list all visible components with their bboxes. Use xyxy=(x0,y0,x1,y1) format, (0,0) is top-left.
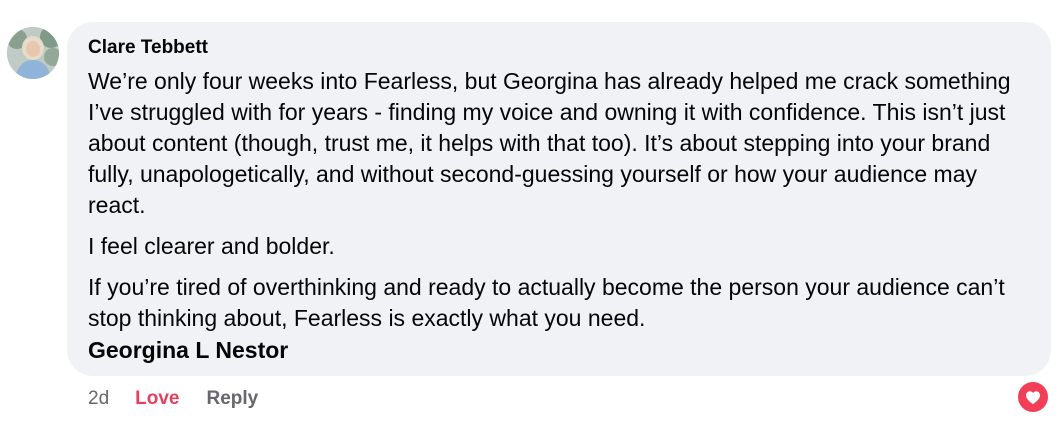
reply-button[interactable]: Reply xyxy=(207,388,259,410)
mention-tag[interactable]: Georgina L Nestor xyxy=(88,336,1031,364)
comment-paragraph: If you’re tired of overthinking and read… xyxy=(88,274,1005,331)
comment-timestamp[interactable]: 2d xyxy=(88,388,109,410)
avatar[interactable] xyxy=(7,27,59,79)
comment-actions: 2d Love Reply xyxy=(88,386,258,412)
reaction-summary[interactable] xyxy=(1018,382,1048,412)
comment-author[interactable]: Clare Tebbett xyxy=(88,37,1031,59)
love-button[interactable]: Love xyxy=(135,388,179,410)
comment-paragraph: We’re only four weeks into Fearless, but… xyxy=(88,68,1011,218)
user-avatar-photo xyxy=(7,27,59,79)
comment-bubble: Clare Tebbett We’re only four weeks into… xyxy=(67,22,1051,376)
comment-paragraph: I feel clearer and bolder. xyxy=(88,233,335,259)
heart-reaction-icon xyxy=(1018,382,1048,412)
